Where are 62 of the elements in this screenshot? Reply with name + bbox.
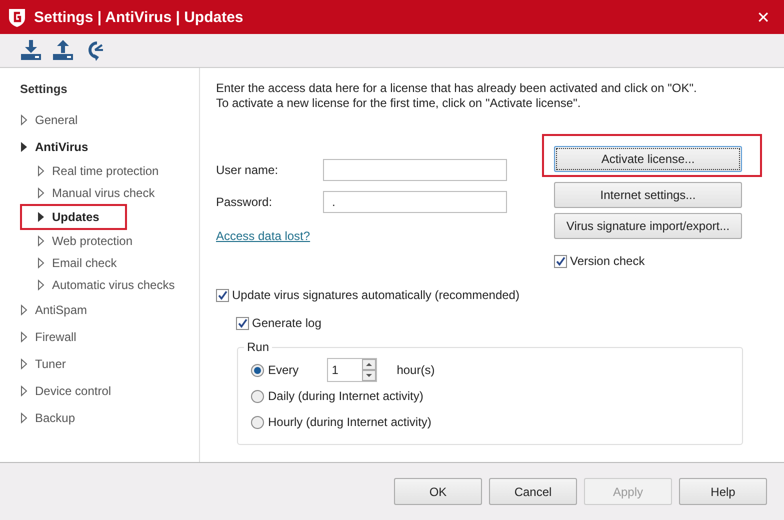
triangle-icon bbox=[37, 211, 45, 223]
triangle-icon bbox=[20, 330, 28, 342]
unit-label: hour(s) bbox=[396, 363, 435, 377]
tree-item[interactable]: Device control bbox=[16, 377, 116, 404]
input-field[interactable]: . bbox=[323, 191, 507, 213]
checkbox[interactable] bbox=[216, 288, 229, 302]
shield-logo-icon bbox=[8, 7, 26, 27]
triangle-icon bbox=[37, 165, 45, 177]
intro-text: Enter the access data here for a license that has already been activated and click on "OK". bbox=[216, 81, 698, 96]
dialog-button[interactable]: Help bbox=[679, 478, 767, 505]
triangle-icon bbox=[37, 257, 45, 269]
intro-text: To activate a new license for the first time, click on "Activate license". bbox=[216, 96, 582, 111]
access-data-link[interactable]: Access data lost? bbox=[216, 229, 310, 243]
window-title: Settings | AntiVirus | Updates bbox=[34, 8, 244, 26]
field-label: Password: bbox=[216, 195, 274, 209]
checkbox-label: Version check bbox=[570, 254, 645, 268]
triangle-icon bbox=[37, 235, 45, 247]
tree-item[interactable]: Email check bbox=[33, 252, 121, 274]
action-button[interactable]: Activate license... bbox=[554, 146, 742, 172]
triangle-icon bbox=[20, 140, 28, 152]
triangle-icon bbox=[20, 114, 28, 126]
download-icon bbox=[21, 40, 41, 61]
tree-item[interactable]: Updates bbox=[33, 206, 104, 228]
tree-item[interactable]: Automatic virus checks bbox=[33, 274, 179, 296]
triangle-icon bbox=[20, 384, 28, 396]
sidebar-heading: Settings bbox=[20, 82, 68, 96]
tree-item[interactable]: Firewall bbox=[16, 323, 80, 350]
tree-item[interactable]: AntiSpam bbox=[16, 296, 92, 323]
checkbox-label: Update virus signatures automatically (recommended) bbox=[232, 288, 520, 302]
dialog-button[interactable]: OK bbox=[394, 478, 482, 505]
input-field[interactable] bbox=[323, 159, 507, 181]
tree-item[interactable]: Backup bbox=[16, 404, 80, 431]
checkbox-label: Generate log bbox=[252, 316, 322, 330]
group-title: Run bbox=[244, 340, 272, 354]
number-spinner[interactable]: 1 bbox=[326, 358, 377, 382]
radio-label: Hourly (during Internet activity) bbox=[268, 415, 432, 429]
close-button[interactable]: ✕ bbox=[750, 8, 776, 26]
triangle-icon bbox=[20, 304, 28, 316]
radio-button[interactable] bbox=[251, 416, 264, 428]
dialog-button[interactable]: Cancel bbox=[489, 478, 577, 505]
checkbox[interactable] bbox=[236, 316, 249, 330]
radio-button[interactable] bbox=[251, 364, 264, 376]
checkbox[interactable] bbox=[554, 254, 567, 268]
tree-item[interactable]: AntiVirus bbox=[16, 133, 92, 160]
tree-item[interactable]: Real time protection bbox=[33, 160, 163, 182]
triangle-icon bbox=[37, 187, 45, 199]
radio-label: Daily (during Internet activity) bbox=[268, 389, 424, 403]
action-button[interactable]: Internet settings... bbox=[554, 182, 742, 208]
toolbar-button[interactable] bbox=[21, 40, 41, 61]
tree-item[interactable]: General bbox=[16, 106, 82, 133]
field-label: User name: bbox=[216, 163, 280, 177]
action-button[interactable]: Virus signature import/export... bbox=[554, 213, 742, 239]
tree-item[interactable]: Web protection bbox=[33, 230, 136, 252]
triangle-icon bbox=[20, 412, 28, 424]
tree-item[interactable]: Manual virus check bbox=[33, 182, 159, 204]
tree-item[interactable]: Tuner bbox=[16, 350, 70, 377]
toolbar-button[interactable] bbox=[53, 40, 73, 61]
triangle-icon bbox=[20, 358, 28, 370]
upload-icon bbox=[53, 40, 73, 61]
radio-button[interactable] bbox=[251, 390, 264, 402]
radio-label: Every bbox=[268, 363, 299, 377]
triangle-icon bbox=[37, 279, 45, 291]
